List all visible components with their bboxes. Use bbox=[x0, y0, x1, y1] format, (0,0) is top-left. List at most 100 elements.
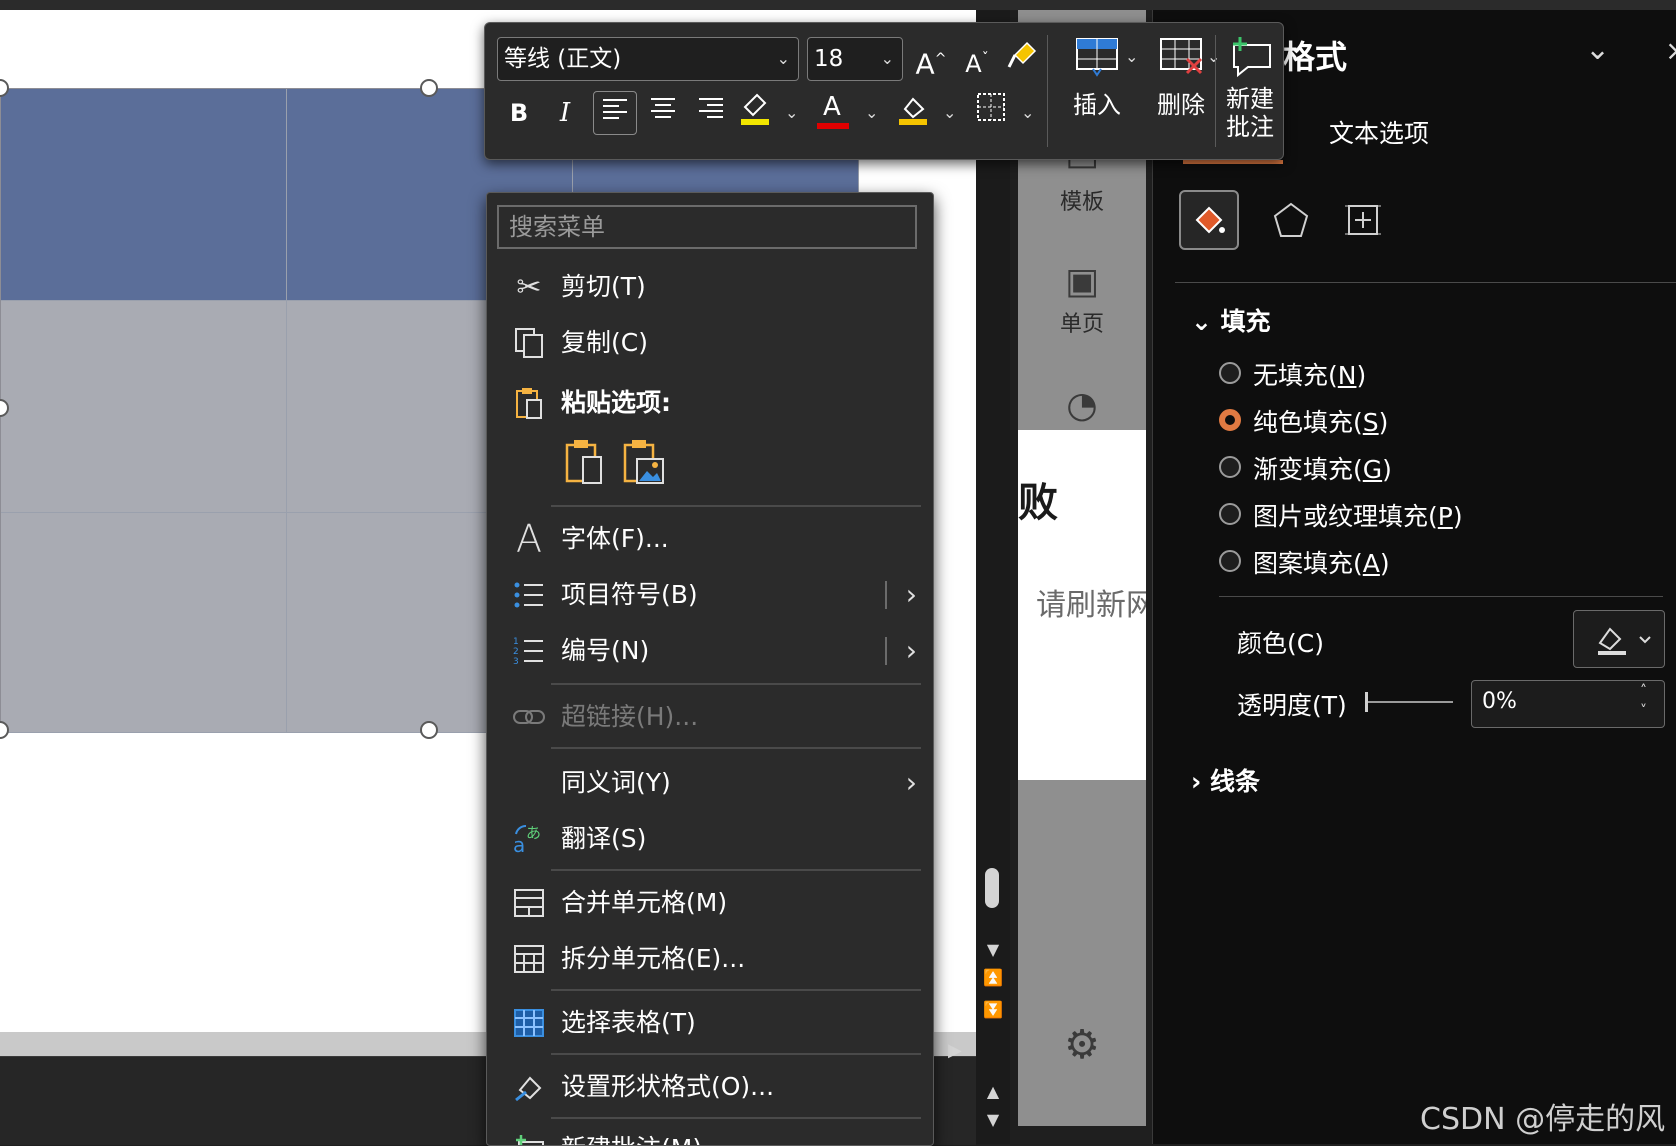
menu-separator bbox=[551, 1117, 921, 1119]
menu-item-new-comment[interactable]: 新建批注(M) bbox=[487, 1121, 933, 1145]
no-fill-close: ) bbox=[1356, 361, 1367, 390]
effects-tab-icon[interactable] bbox=[1261, 190, 1321, 250]
bold-button[interactable]: B bbox=[497, 91, 541, 135]
fill-section-header[interactable]: ⌄ 填充 bbox=[1191, 302, 1271, 338]
align-left-icon[interactable] bbox=[593, 91, 637, 135]
shape-fill-dropdown-icon[interactable]: ⌄ bbox=[943, 103, 956, 122]
settings-gear-icon[interactable]: ⚙ bbox=[1018, 1022, 1146, 1068]
font-size-value: 18 bbox=[814, 46, 844, 72]
context-menu: 搜索菜单 ✂ 剪切(T) 复制(C) 粘贴选项: A 字体(F)... 项目符号… bbox=[486, 192, 934, 1146]
fill-color-picker-button[interactable] bbox=[1573, 610, 1665, 668]
transparency-slider-thumb[interactable] bbox=[1365, 692, 1368, 712]
font-name-dropdown-icon[interactable]: ⌄ bbox=[777, 38, 790, 80]
menu-item-numbering[interactable]: 123 编号(N) › bbox=[487, 623, 933, 679]
line-section-chevron-icon: › bbox=[1191, 767, 1211, 796]
scroll-right-icon[interactable]: ▶ bbox=[948, 1040, 962, 1061]
align-center-icon[interactable] bbox=[641, 91, 685, 135]
fill-section-label: 填充 bbox=[1220, 307, 1271, 336]
font-color-dropdown-icon[interactable]: ⌄ bbox=[865, 103, 878, 122]
bullets-icon bbox=[509, 575, 549, 615]
designer-item-single-page[interactable]: ▣ 单页 bbox=[1018, 262, 1146, 338]
table-cell-r1c1[interactable] bbox=[1, 89, 287, 301]
font-color-icon[interactable]: A bbox=[813, 91, 857, 135]
solid-fill-radio[interactable] bbox=[1219, 409, 1241, 431]
menu-item-translate[interactable]: aあ 翻译(S) bbox=[487, 811, 933, 867]
font-icon: A bbox=[516, 517, 542, 561]
menu-item-select-table[interactable]: 选择表格(T) bbox=[487, 995, 933, 1051]
menu-item-merge-cells[interactable]: 合并单元格(M) bbox=[487, 875, 933, 931]
picture-fill-label[interactable]: 图片或纹理填充(P) bbox=[1253, 497, 1463, 533]
table-cell-r2c1[interactable] bbox=[1, 301, 287, 513]
submenu-arrow-icon[interactable]: › bbox=[906, 755, 917, 811]
menu-search-input[interactable]: 搜索菜单 bbox=[497, 205, 917, 249]
pattern-fill-radio[interactable] bbox=[1219, 550, 1241, 572]
font-size-dropdown-icon[interactable]: ⌄ bbox=[881, 38, 894, 80]
menu-item-bullets[interactable]: 项目符号(B) › bbox=[487, 567, 933, 623]
no-fill-label[interactable]: 无填充(N) bbox=[1253, 356, 1366, 392]
no-fill-key: N bbox=[1337, 361, 1357, 390]
paste-keep-formatting-icon[interactable] bbox=[561, 437, 607, 487]
next-slide-icon[interactable]: ⏬ bbox=[976, 1000, 1010, 1019]
grow-font-icon[interactable]: A^ bbox=[909, 37, 953, 81]
spin-up-icon[interactable]: ˄ bbox=[1640, 683, 1647, 699]
menu-item-numbering-label: 编号(N) bbox=[561, 636, 650, 665]
font-name-combobox[interactable]: 等线 (正文) ⌄ bbox=[497, 37, 799, 81]
paste-as-picture-icon[interactable] bbox=[621, 437, 667, 487]
transparency-input[interactable]: 0% ˄ ˅ bbox=[1471, 680, 1665, 728]
italic-button[interactable]: I bbox=[543, 91, 587, 135]
gradient-fill-label[interactable]: 渐变填充(G) bbox=[1253, 450, 1392, 486]
svg-text:3: 3 bbox=[513, 657, 519, 667]
font-size-combobox[interactable]: 18 ⌄ bbox=[807, 37, 903, 81]
clipboard-icon bbox=[509, 383, 549, 423]
pattern-fill-label[interactable]: 图案填充(A) bbox=[1253, 544, 1390, 580]
line-section-header[interactable]: › 线条 bbox=[1191, 762, 1260, 798]
borders-dropdown-icon[interactable]: ⌄ bbox=[1021, 103, 1034, 122]
pane-divider bbox=[1175, 282, 1676, 283]
table-cell-r3c1[interactable] bbox=[1, 513, 287, 733]
resize-handle-top-middle[interactable] bbox=[420, 79, 438, 97]
gradient-fill-radio[interactable] bbox=[1219, 456, 1241, 478]
menu-item-format-shape[interactable]: 设置形状格式(O)... bbox=[487, 1059, 933, 1115]
solid-fill-label[interactable]: 纯色填充(S) bbox=[1253, 403, 1388, 439]
no-fill-radio[interactable] bbox=[1219, 362, 1241, 384]
fill-line-tab-icon[interactable] bbox=[1179, 190, 1239, 250]
resize-handle-bottom-middle[interactable] bbox=[420, 721, 438, 739]
scroll-down-small-icon[interactable]: ▼ bbox=[976, 1110, 1010, 1129]
toolbar-divider-2 bbox=[1215, 35, 1216, 147]
menu-separator bbox=[551, 869, 921, 871]
designer-item-chart[interactable]: ◔ bbox=[1018, 386, 1146, 426]
shape-fill-icon[interactable] bbox=[891, 91, 935, 135]
pane-close-icon[interactable]: × bbox=[1665, 34, 1676, 67]
scroll-down-icon[interactable]: ▼ bbox=[976, 940, 1010, 959]
designer-preview-card[interactable]: 败 请刷新网 bbox=[1018, 430, 1146, 780]
menu-item-split-cells[interactable]: 拆分单元格(E)... bbox=[487, 931, 933, 987]
highlight-color-icon[interactable] bbox=[733, 91, 777, 135]
menu-item-synonyms[interactable]: 同义词(Y) › bbox=[487, 755, 933, 811]
menu-item-copy[interactable]: 复制(C) bbox=[487, 315, 933, 371]
menu-item-font[interactable]: A 字体(F)... bbox=[487, 511, 933, 567]
transparency-slider-track[interactable] bbox=[1365, 701, 1453, 703]
scroll-up-small-icon[interactable]: ▲ bbox=[976, 1082, 1010, 1101]
submenu-arrow-icon[interactable]: › bbox=[906, 623, 917, 679]
new-comment-button[interactable]: 新建 批注 bbox=[1219, 35, 1281, 141]
borders-icon[interactable] bbox=[969, 91, 1013, 135]
vertical-scroll-thumb[interactable] bbox=[985, 868, 999, 908]
vertical-scrollbar[interactable]: ▼ ⏫ ⏬ ▲ ▼ bbox=[976, 10, 1010, 1144]
insert-dropdown-icon[interactable]: ⌄ bbox=[1125, 47, 1138, 66]
submenu-arrow-icon[interactable]: › bbox=[906, 567, 917, 623]
picture-fill-radio[interactable] bbox=[1219, 503, 1241, 525]
shrink-font-icon[interactable]: Aˇ bbox=[955, 37, 999, 81]
highlight-dropdown-icon[interactable]: ⌄ bbox=[785, 103, 798, 122]
menu-item-cut[interactable]: ✂ 剪切(T) bbox=[487, 259, 933, 315]
previous-slide-icon[interactable]: ⏫ bbox=[976, 968, 1010, 987]
numbering-icon: 123 bbox=[509, 631, 549, 671]
pane-options-chevron-icon[interactable]: ⌄ bbox=[1585, 32, 1610, 67]
format-painter-icon[interactable] bbox=[1001, 37, 1045, 81]
menu-item-split-cells-label: 拆分单元格(E)... bbox=[561, 944, 746, 973]
align-right-icon[interactable] bbox=[689, 91, 733, 135]
tab-text-options[interactable]: 文本选项 bbox=[1329, 114, 1429, 150]
color-label: 颜色(C) bbox=[1237, 629, 1324, 658]
spin-down-icon[interactable]: ˅ bbox=[1640, 703, 1647, 719]
size-properties-tab-icon[interactable] bbox=[1333, 190, 1393, 250]
preview-heading: 败 bbox=[1018, 480, 1058, 526]
